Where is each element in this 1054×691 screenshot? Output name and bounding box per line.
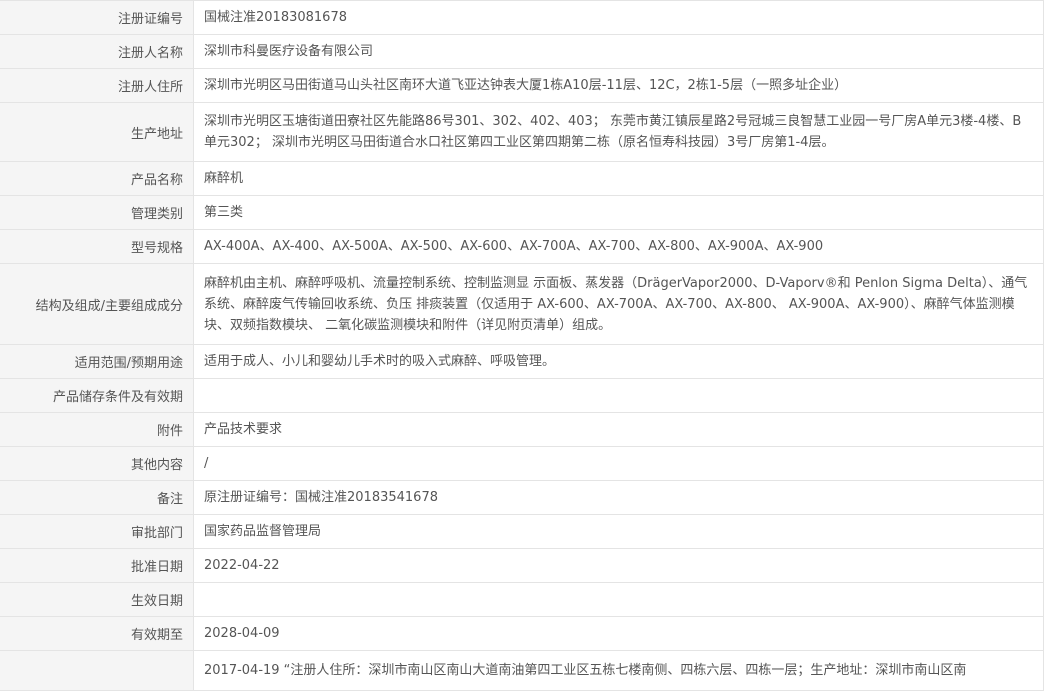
row-value-storage-validity <box>194 379 1043 412</box>
table-row: 批准日期 2022-04-22 <box>0 549 1044 583</box>
row-value-management-class: 第三类 <box>204 205 244 220</box>
row-value-approval-department: 国家药品监督管理局 <box>204 524 322 539</box>
row-value-valid-until: 2028-04-09 <box>204 626 280 641</box>
row-label-effective-date: 生效日期 <box>0 583 194 616</box>
row-value-approval-date: 2022-04-22 <box>204 558 280 573</box>
row-label-management-class: 管理类别 <box>0 196 194 229</box>
table-row: 审批部门 国家药品监督管理局 <box>0 515 1044 549</box>
row-value-other-content: / <box>204 456 209 471</box>
row-label-change-history <box>0 651 194 690</box>
row-value-registrant-name: 深圳市科曼医疗设备有限公司 <box>204 44 374 59</box>
table-row: 产品名称 麻醉机 <box>0 162 1044 196</box>
row-label-remarks: 备注 <box>0 481 194 514</box>
row-label-attachment: 附件 <box>0 413 194 446</box>
row-label-production-address: 生产地址 <box>0 103 194 161</box>
row-value-registrant-address: 深圳市光明区马田街道马山头社区南环大道飞亚达钟表大厦1栋A10层-11层、12C… <box>204 78 848 93</box>
table-row: 注册人住所 深圳市光明区马田街道马山头社区南环大道飞亚达钟表大厦1栋A10层-1… <box>0 69 1044 103</box>
row-value-scope-intended-use: 适用于成人、小儿和婴幼儿手术时的吸入式麻醉、呼吸管理。 <box>204 354 556 369</box>
row-value-attachment: 产品技术要求 <box>204 422 283 437</box>
table-row: 适用范围/预期用途 适用于成人、小儿和婴幼儿手术时的吸入式麻醉、呼吸管理。 <box>0 345 1044 379</box>
table-row: 管理类别 第三类 <box>0 196 1044 230</box>
row-label-valid-until: 有效期至 <box>0 617 194 650</box>
registration-detail-table: 注册证编号 国械注准20183081678 注册人名称 深圳市科曼医疗设备有限公… <box>0 0 1044 691</box>
row-value-model-spec: AX-400A、AX-400、AX-500A、AX-500、AX-600、AX-… <box>204 239 824 254</box>
table-row: 生产地址 深圳市光明区玉塘街道田寮社区先能路86号301、302、402、403… <box>0 103 1044 162</box>
row-label-approval-department: 审批部门 <box>0 515 194 548</box>
row-label-model-spec: 型号规格 <box>0 230 194 263</box>
row-value-structure-composition: 麻醉机由主机、麻醉呼吸机、流量控制系统、控制监测显 示面板、蒸发器（Dräger… <box>204 275 1028 333</box>
row-value-effective-date <box>194 583 1043 616</box>
table-row: 型号规格 AX-400A、AX-400、AX-500A、AX-500、AX-60… <box>0 230 1044 264</box>
table-row: 其他内容 / <box>0 447 1044 481</box>
row-label-product-name: 产品名称 <box>0 162 194 195</box>
row-value-registration-number: 国械注准20183081678 <box>204 10 347 25</box>
row-value-product-name: 麻醉机 <box>204 171 244 186</box>
row-label-scope-intended-use: 适用范围/预期用途 <box>0 345 194 378</box>
table-row: 备注 原注册证编号：国械注准20183541678 <box>0 481 1044 515</box>
table-row: 附件 产品技术要求 <box>0 413 1044 447</box>
row-label-registration-number: 注册证编号 <box>0 1 194 34</box>
table-row: 产品储存条件及有效期 <box>0 379 1044 413</box>
table-row: 生效日期 <box>0 583 1044 617</box>
row-label-structure-composition: 结构及组成/主要组成成分 <box>0 264 194 344</box>
row-label-registrant-name: 注册人名称 <box>0 35 194 68</box>
row-value-remarks: 原注册证编号：国械注准20183541678 <box>204 490 438 505</box>
row-label-other-content: 其他内容 <box>0 447 194 480</box>
table-row: 结构及组成/主要组成成分 麻醉机由主机、麻醉呼吸机、流量控制系统、控制监测显 示… <box>0 264 1044 345</box>
table-row: 注册证编号 国械注准20183081678 <box>0 1 1044 35</box>
row-label-registrant-address: 注册人住所 <box>0 69 194 102</box>
row-label-approval-date: 批准日期 <box>0 549 194 582</box>
row-label-storage-validity: 产品储存条件及有效期 <box>0 379 194 412</box>
table-row: 有效期至 2028-04-09 <box>0 617 1044 651</box>
table-row: 注册人名称 深圳市科曼医疗设备有限公司 <box>0 35 1044 69</box>
row-value-production-address: 深圳市光明区玉塘街道田寮社区先能路86号301、302、402、403； 东莞市… <box>204 114 1022 150</box>
row-value-change-history: 2017-04-19 “注册人住所：深圳市南山区南山大道南油第四工业区五栋七楼南… <box>204 663 967 678</box>
table-row: 2017-04-19 “注册人住所：深圳市南山区南山大道南油第四工业区五栋七楼南… <box>0 651 1044 691</box>
